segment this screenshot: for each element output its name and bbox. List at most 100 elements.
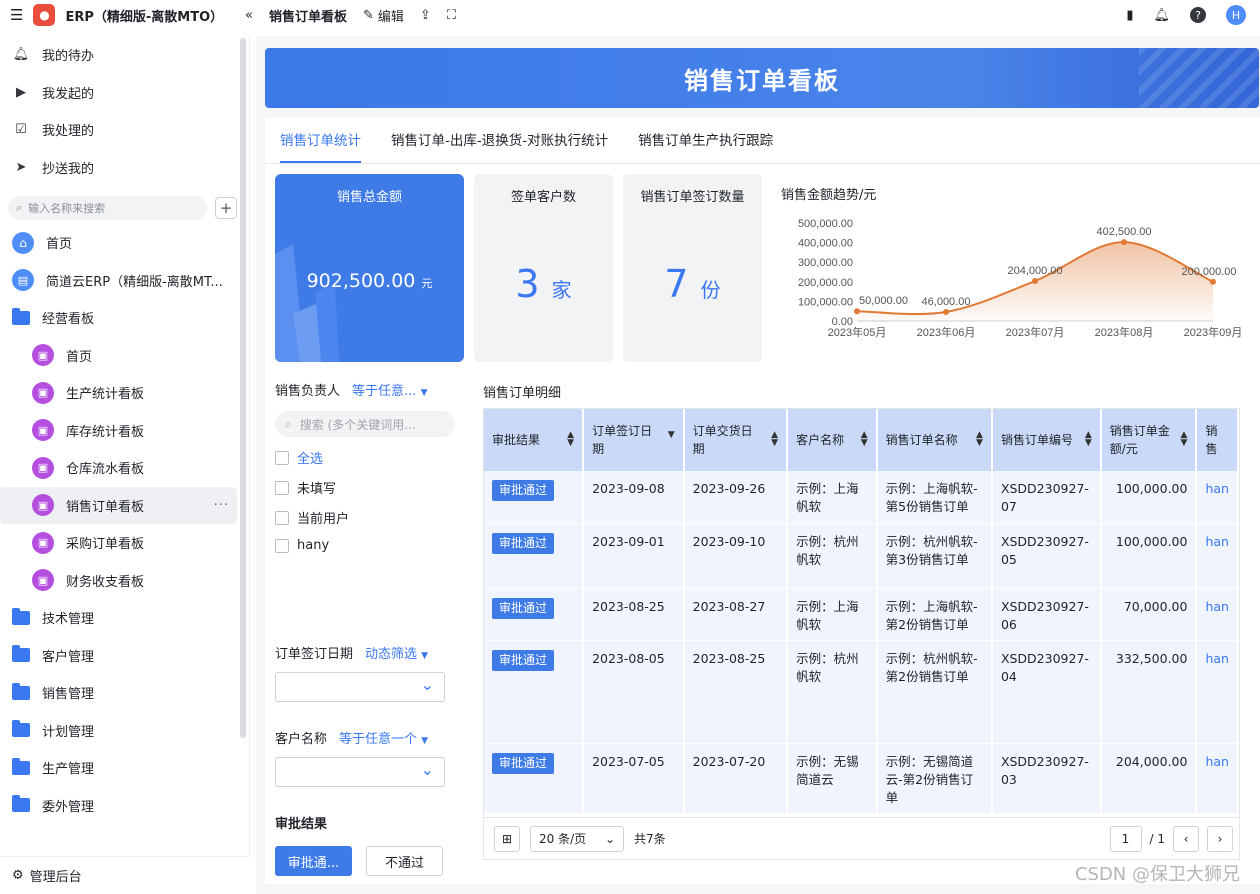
sidebar-item-14[interactable]: 生产管理 [0, 749, 237, 787]
prev-page-button[interactable]: ‹ [1173, 825, 1199, 852]
quick-link-1[interactable]: ▶ 我发起的 [0, 74, 237, 112]
approval-pass-button[interactable]: 审批通... [275, 846, 352, 876]
sidebar-item-13[interactable]: 计划管理 [0, 712, 237, 750]
checkbox[interactable] [275, 538, 289, 553]
quick-link-3[interactable]: ➤ 抄送我的 [0, 149, 237, 187]
caret-down-icon: ▼ [420, 388, 428, 398]
tab-order-stats[interactable]: 销售订单统计 [280, 129, 361, 163]
sidebar-item-label: 销售管理 [42, 687, 95, 703]
owner-filter-mode[interactable]: 等于任意... ▼ [352, 380, 427, 399]
customer-mode-text: 等于任意一个 [339, 732, 418, 747]
table-row[interactable]: 审批通过 2023-09-08 2023-09-26 示例：上海帆软 示例：上海帆软-第… [484, 471, 1239, 524]
sort-icon[interactable]: ▲ ▼ [1181, 431, 1188, 448]
customer-filter-mode[interactable]: 等于任意一个 ▼ [339, 728, 428, 747]
edit-button[interactable]: ✎ 编辑 [363, 6, 404, 25]
checkbox[interactable] [275, 510, 289, 525]
gear-icon: ⚙ [12, 868, 24, 883]
sidebar-item-12[interactable]: 销售管理 [0, 674, 237, 712]
tab-execution-stats[interactable]: 销售订单-出库-退换货-对账执行统计 [391, 129, 608, 163]
sidebar-item-1[interactable]: ▤ 简道云ERP（精细版-离散MT... [0, 262, 237, 300]
option-select-all[interactable]: 全选 [275, 448, 455, 467]
app-name[interactable]: ERP（精细版-离散MTO） [65, 6, 223, 25]
sidebar-item-8[interactable]: ▣ 采购订单看板 [0, 524, 237, 562]
sidebar-item-2[interactable]: 经营看板 [0, 299, 237, 337]
column-header-5[interactable]: 销售订单编号 ▲ ▼ [991, 409, 1102, 471]
sidebar-scrollbar[interactable] [240, 38, 246, 738]
sort-icon[interactable]: ▲ ▼ [567, 431, 574, 448]
sort-icon[interactable]: ▲ ▼ [1085, 431, 1092, 448]
share-icon[interactable]: ⇪ [420, 8, 431, 23]
table-row[interactable]: 审批通过 2023-07-05 2023-07-20 示例：无锡简道云 示例：无锡简道云… [484, 743, 1239, 814]
sidebar-item-4[interactable]: ▣ 生产统计看板 [0, 374, 237, 412]
cell-delivery: 2023-07-20 [683, 743, 789, 814]
next-page-button[interactable]: › [1207, 825, 1233, 852]
cell-code: XSDD230927-04 [991, 640, 1102, 744]
sidebar-item-label: 销售订单看板 [66, 499, 145, 515]
column-header-4[interactable]: 销售订单名称 ▲ ▼ [876, 409, 993, 471]
sign-date-select[interactable] [275, 672, 445, 702]
notification-bell-icon[interactable]: 🔔︎ [1153, 8, 1170, 23]
column-header-2[interactable]: 订单交货日期 ▲ ▼ [683, 409, 789, 471]
sidebar-item-label: 计划管理 [42, 724, 95, 740]
sidebar-item-11[interactable]: 客户管理 [0, 637, 237, 675]
table-row[interactable]: 审批通过 2023-08-25 2023-08-27 示例：上海帆软 示例：上海帆软-第… [484, 588, 1239, 641]
checkbox[interactable] [275, 480, 289, 495]
column-settings-icon[interactable]: ⊞ [494, 825, 520, 852]
approval-reject-button[interactable]: 不通过 [366, 846, 443, 876]
sign-date-filter-mode[interactable]: 动态筛选 ▼ [365, 643, 428, 662]
column-header-1[interactable]: 订单签订日期 ▼ [583, 409, 685, 471]
sidebar-search-input[interactable]: ⌕ 输入名称来搜索 [8, 196, 207, 220]
column-header-0[interactable]: 审批结果 ▲ ▼ [484, 409, 585, 471]
sidebar-item-7[interactable]: ▣ 销售订单看板 ··· [0, 486, 237, 524]
user-avatar[interactable]: H [1226, 5, 1246, 25]
option-current-user[interactable]: 当前用户 [275, 508, 455, 527]
column-header-7[interactable]: 销售 [1196, 409, 1239, 471]
cell-owner[interactable]: han [1196, 640, 1239, 744]
sidebar-item-6[interactable]: ▣ 仓库流水看板 [0, 449, 237, 487]
sidebar-item-3[interactable]: ▣ 首页 [0, 337, 237, 375]
sidebar-item-10[interactable]: 技术管理 [0, 599, 237, 637]
table-row[interactable]: 审批通过 2023-09-01 2023-09-10 示例：杭州帆软 示例：杭州帆软-第… [484, 523, 1239, 589]
menu-toggle-icon[interactable]: ☰ [10, 6, 23, 24]
cell-delivery: 2023-09-10 [683, 523, 789, 589]
owner-search-input[interactable]: ⌕ 搜索 (多个关键词用... [275, 411, 455, 437]
more-icon[interactable]: ··· [214, 498, 229, 513]
page-number-input[interactable]: 1 [1109, 825, 1142, 852]
document-icon: ▤ [12, 269, 34, 292]
collapse-sidebar-icon[interactable]: « [245, 8, 253, 23]
column-header-6[interactable]: 销售订单金额/元 ▲ ▼ [1100, 409, 1198, 471]
quick-link-label: 我发起的 [42, 86, 95, 102]
sidebar-item-9[interactable]: ▣ 财务收支看板 [0, 562, 237, 600]
data-point [1121, 239, 1127, 246]
cell-owner[interactable]: han [1196, 588, 1239, 641]
cell-owner[interactable]: han [1196, 523, 1239, 589]
help-icon[interactable]: ? [1190, 7, 1206, 23]
column-header-label: 销售 [1205, 424, 1218, 456]
add-button[interactable]: + [215, 197, 237, 219]
checkbox[interactable] [275, 450, 289, 465]
quick-link-2[interactable]: ☑ 我处理的 [0, 111, 237, 149]
option-hany[interactable]: hany [275, 538, 455, 553]
admin-backend-link[interactable]: ⚙ 管理后台 [0, 856, 250, 894]
sort-icon[interactable]: ▼ [668, 431, 675, 440]
page-size-select[interactable]: 20 条/页 ⌄ [530, 825, 624, 852]
sidebar-item-0[interactable]: ⌂ 首页 [0, 224, 237, 262]
sidebar-item-5[interactable]: ▣ 库存统计看板 [0, 412, 237, 450]
option-unfilled[interactable]: 未填写 [275, 478, 455, 497]
sort-icon[interactable]: ▲ ▼ [976, 431, 983, 448]
sidebar-item-15[interactable]: 委外管理 [0, 787, 237, 825]
fullscreen-icon[interactable]: ⛶ [447, 8, 456, 23]
column-header-3[interactable]: 客户名称 ▲ ▼ [787, 409, 878, 471]
folder-icon [12, 757, 30, 777]
quick-link-0[interactable]: 🔔︎ 我的待办 [0, 36, 237, 74]
sidebar-item-label: 首页 [46, 237, 73, 253]
sort-icon[interactable]: ▲ ▼ [861, 431, 868, 448]
cell-owner[interactable]: han [1196, 471, 1239, 524]
dashboard-icon: ▣ [32, 569, 54, 592]
tab-production-tracking[interactable]: 销售订单生产执行跟踪 [638, 129, 773, 163]
table-row[interactable]: 审批通过 2023-08-05 2023-08-25 示例：杭州帆软 示例：杭州帆软-第… [484, 640, 1239, 744]
cell-owner[interactable]: han [1196, 743, 1239, 814]
sort-icon[interactable]: ▲ ▼ [771, 431, 778, 448]
customer-select[interactable] [275, 757, 445, 787]
notes-icon[interactable]: ▮ [1126, 8, 1133, 23]
